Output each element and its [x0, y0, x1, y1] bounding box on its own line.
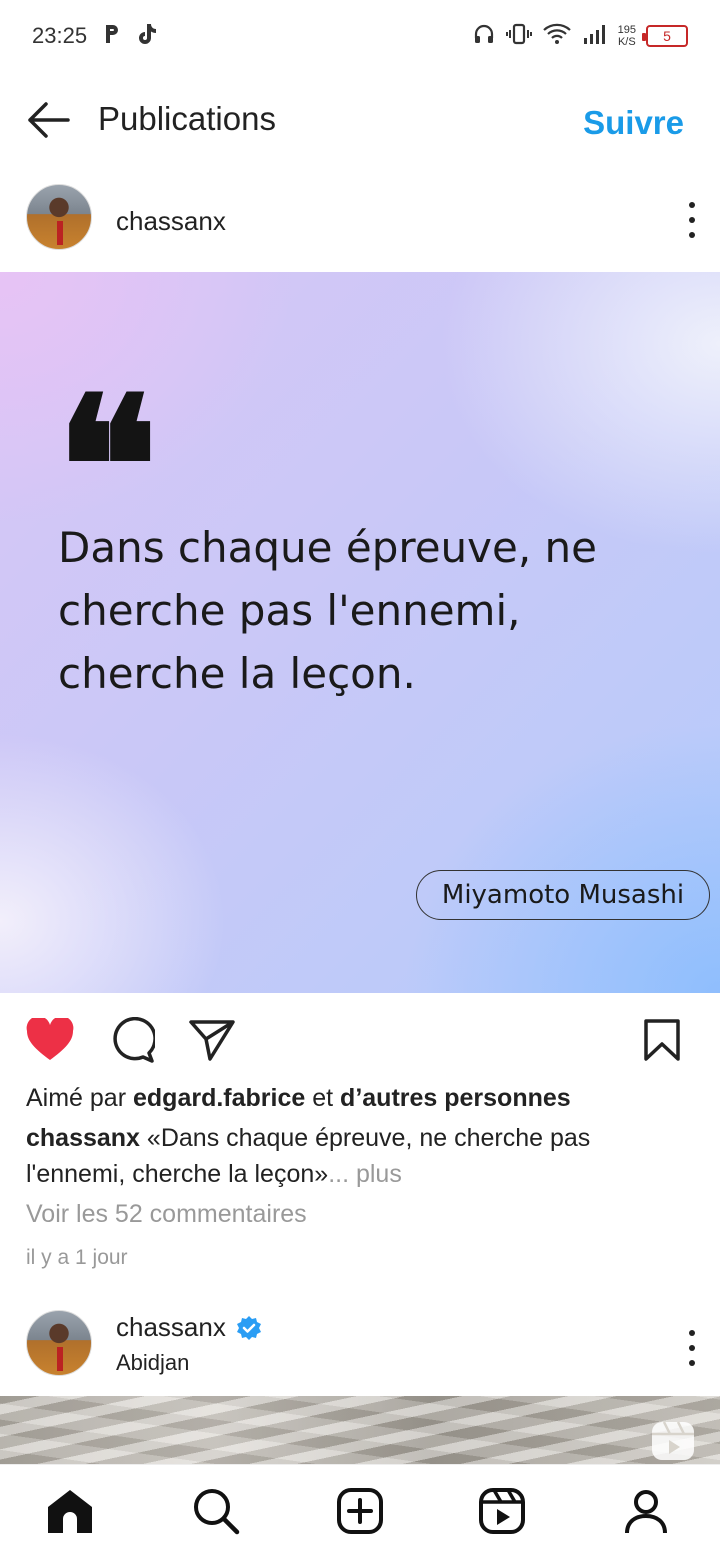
caption-more-link[interactable]: ... plus — [328, 1160, 402, 1188]
like-button[interactable] — [24, 1015, 76, 1068]
next-post-username[interactable]: chassanx — [116, 1312, 226, 1343]
post-actions — [0, 1012, 720, 1072]
network-speed: 195 K/S — [617, 24, 636, 48]
likes-summary[interactable]: Aimé par edgard.fabrice et d’autres pers… — [26, 1084, 571, 1113]
view-comments-link[interactable]: Voir les 52 commentaires — [26, 1200, 307, 1229]
status-bar: 23:25 195 K/S 5 — [0, 0, 720, 72]
top-header: Publications Suivre — [0, 80, 720, 160]
vibrate-icon — [505, 22, 532, 51]
nav-profile[interactable] — [620, 1487, 672, 1539]
home-icon — [45, 1487, 95, 1540]
status-time: 23:25 — [32, 23, 88, 48]
caption-username[interactable]: chassanx — [26, 1124, 140, 1152]
nav-reels[interactable] — [476, 1487, 528, 1539]
reels-icon — [478, 1487, 526, 1540]
battery-indicator: 5 — [642, 25, 688, 47]
post-location[interactable]: Abidjan — [116, 1350, 189, 1376]
follow-button[interactable]: Suivre — [583, 104, 684, 142]
post-options-button[interactable] — [686, 202, 698, 238]
comment-icon — [109, 1016, 157, 1068]
tiktok-icon — [135, 22, 157, 51]
nav-create[interactable] — [334, 1487, 386, 1539]
nav-search[interactable] — [190, 1487, 242, 1539]
liker-username[interactable]: edgard.fabrice — [133, 1084, 305, 1112]
share-button[interactable] — [186, 1016, 238, 1068]
avatar[interactable] — [26, 184, 92, 250]
reel-icon — [650, 1420, 696, 1460]
avatar[interactable] — [26, 1310, 92, 1376]
verified-badge-icon — [236, 1315, 262, 1341]
post-header: chassanx — [0, 184, 720, 256]
send-icon — [188, 1018, 236, 1067]
bookmark-icon — [642, 1018, 682, 1067]
nav-home[interactable] — [44, 1487, 96, 1539]
next-post-header: chassanx Abidjan — [0, 1310, 720, 1380]
next-post-options-button[interactable] — [686, 1330, 698, 1366]
quote-mark: ❝ — [56, 355, 159, 578]
signal-icon — [582, 22, 608, 51]
post-username[interactable]: chassanx — [116, 206, 226, 237]
back-button[interactable] — [24, 98, 72, 142]
create-icon — [336, 1487, 384, 1540]
other-likers[interactable]: d’autres personnes — [340, 1084, 571, 1112]
quote-text: Dans chaque épreuve, ne cherche pas l'en… — [58, 523, 598, 698]
wifi-icon — [542, 22, 572, 51]
post-image[interactable]: ❝ Dans chaque épreuve, ne cherche pas l'… — [0, 272, 720, 993]
p-app-icon — [103, 23, 121, 50]
save-button[interactable] — [636, 1016, 688, 1068]
post-timestamp: il y a 1 jour — [26, 1246, 128, 1269]
headset-icon — [472, 22, 496, 51]
next-post-image[interactable] — [0, 1396, 720, 1464]
quote-author: Miyamoto Musashi — [416, 870, 710, 920]
arrow-left-icon — [24, 102, 72, 146]
search-icon — [192, 1487, 240, 1540]
profile-icon — [622, 1487, 670, 1540]
bottom-navigation — [0, 1464, 720, 1560]
page-title: Publications — [98, 100, 276, 137]
heart-filled-icon — [25, 1015, 75, 1067]
post-caption[interactable]: chassanx «Dans chaque épreuve, ne cherch… — [26, 1120, 696, 1192]
comment-button[interactable] — [106, 1016, 158, 1068]
